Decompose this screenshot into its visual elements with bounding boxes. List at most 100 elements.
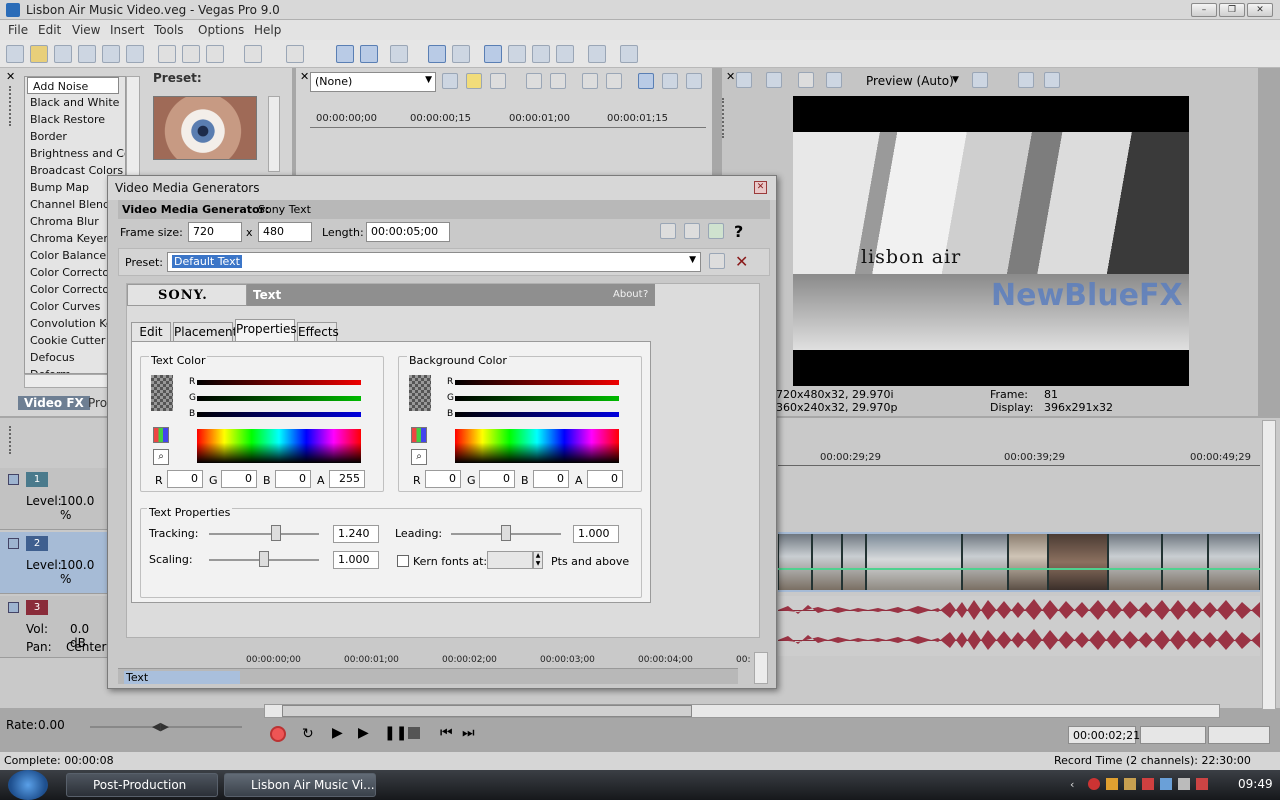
tab-edit[interactable]: Edit	[131, 322, 171, 342]
tray-app-icon[interactable]	[1142, 778, 1154, 790]
timeline-ruler[interactable]: 00:00:29;29 00:00:39;29 00:00:49;29	[778, 450, 1260, 466]
video-clip[interactable]	[866, 534, 962, 590]
menu-options[interactable]: Options	[198, 23, 244, 37]
tray-arrow-icon[interactable]: ‹	[1070, 778, 1074, 791]
bg-g-field[interactable]: 0	[479, 470, 515, 488]
save-icon[interactable]	[54, 45, 72, 63]
video-clip[interactable]	[842, 534, 866, 590]
video-clip[interactable]	[1162, 534, 1208, 590]
grid-icon[interactable]	[972, 72, 988, 88]
track-header-3[interactable]: 3 Vol: 0.0 dB Pan: Center	[0, 596, 108, 658]
close-panel-icon[interactable]: ✕	[726, 70, 735, 83]
text-green-slider[interactable]	[197, 396, 361, 401]
text-icon[interactable]	[442, 73, 458, 89]
close-panel-icon[interactable]: ✕	[6, 70, 15, 83]
menu-tools[interactable]: Tools	[154, 23, 184, 37]
dock-grip[interactable]	[9, 426, 12, 454]
about-link[interactable]: About	[613, 289, 643, 300]
go-to-end-button[interactable]: ⏭	[462, 725, 475, 741]
loop-icon[interactable]: ↻	[302, 726, 314, 742]
dock-grip[interactable]	[722, 98, 725, 138]
copy-snapshot-icon[interactable]	[1018, 72, 1034, 88]
taskbar-button-vegas[interactable]: Lisbon Air Music Vi...	[224, 773, 376, 797]
menu-insert[interactable]: Insert	[110, 23, 144, 37]
bg-b-field[interactable]: 0	[533, 470, 569, 488]
film-icon[interactable]	[582, 73, 598, 89]
tray-antivirus-icon[interactable]	[1088, 778, 1100, 790]
close-window-button[interactable]: ✕	[1247, 3, 1273, 17]
record-button[interactable]	[270, 726, 286, 742]
color-swatch[interactable]	[151, 375, 173, 411]
normal-edit-tool-icon[interactable]	[484, 45, 502, 63]
palette-icon[interactable]	[153, 427, 169, 443]
track-header-1[interactable]: 1 Level: 100.0 %	[0, 468, 108, 530]
auto-ripple-icon[interactable]	[336, 45, 354, 63]
text-a-field[interactable]: 255	[329, 470, 365, 488]
taskbar-button-post-production[interactable]: Post-Production	[66, 773, 218, 797]
bg-a-field[interactable]: 0	[587, 470, 623, 488]
help-icon[interactable]: ?	[734, 222, 743, 241]
frame-width-field[interactable]: 720	[188, 222, 242, 242]
play-button[interactable]: ▶	[358, 725, 369, 741]
video-preview-frame[interactable]: lisbon air NewBlueFX	[793, 96, 1189, 386]
close-dialog-button[interactable]: ✕	[754, 181, 767, 194]
tray-volume-icon[interactable]	[1196, 778, 1208, 790]
dock-grip[interactable]	[9, 86, 12, 126]
tab-properties[interactable]: Properties	[235, 319, 297, 341]
text-red-slider[interactable]	[197, 380, 361, 385]
zoom-tool-icon[interactable]	[556, 45, 574, 63]
project-properties-icon[interactable]	[736, 72, 752, 88]
view-icon[interactable]	[638, 73, 654, 89]
keyframe-scrollbar[interactable]	[754, 652, 768, 684]
tracking-slider[interactable]	[209, 533, 319, 535]
trimmer-preset-select[interactable]: (None) ▼	[310, 72, 436, 92]
video-clip[interactable]	[962, 534, 1008, 590]
keyframe-ruler[interactable]: 00:00:00;00 00:00:01;00 00:00:02;00 00:0…	[244, 652, 750, 668]
redo-icon[interactable]	[286, 45, 304, 63]
copy-icon[interactable]	[182, 45, 200, 63]
envelope-tool-icon[interactable]	[508, 45, 526, 63]
save-as-icon[interactable]	[78, 45, 96, 63]
leading-slider-thumb[interactable]	[501, 525, 511, 541]
text-color-spectrum[interactable]	[197, 429, 361, 463]
tray-app-icon[interactable]	[1160, 778, 1172, 790]
leading-field[interactable]: 1.000	[573, 525, 619, 543]
undo-icon[interactable]	[244, 45, 262, 63]
timeline-vscrollbar[interactable]	[1262, 420, 1276, 710]
kern-size-field[interactable]	[487, 551, 533, 569]
tray-network-icon[interactable]	[1178, 778, 1190, 790]
audio-track-lane[interactable]	[778, 596, 1260, 656]
tab-project-media[interactable]: Pro	[88, 396, 107, 410]
auto-crossfade-icon[interactable]	[428, 45, 446, 63]
fx-list-hscrollbar[interactable]	[24, 374, 108, 388]
preview-quality-select[interactable]: Preview (Auto)	[866, 74, 954, 88]
scaling-slider-thumb[interactable]	[259, 551, 269, 567]
cut-icon[interactable]	[158, 45, 176, 63]
go-to-start-button[interactable]: ⏮	[440, 725, 453, 741]
menu-help[interactable]: Help	[254, 23, 281, 37]
list-item[interactable]: Brightness and Contrast	[25, 145, 125, 162]
menu-view[interactable]: View	[72, 23, 100, 37]
fx-preset-thumbnail[interactable]	[153, 96, 257, 160]
text-blue-slider[interactable]	[197, 412, 361, 417]
list-item[interactable]: Border	[25, 128, 125, 145]
selection-start-field[interactable]	[1140, 726, 1206, 744]
eyedropper-icon[interactable]: ⌕	[411, 449, 427, 465]
properties-icon[interactable]	[126, 45, 144, 63]
split-screen-icon[interactable]	[798, 72, 814, 88]
list-item[interactable]: Black and White	[25, 94, 125, 111]
menu-file[interactable]: File	[8, 23, 28, 37]
view-icon[interactable]	[662, 73, 678, 89]
help-pointer-icon[interactable]	[588, 45, 606, 63]
close-panel-icon[interactable]: ✕	[300, 70, 309, 83]
kern-fonts-checkbox[interactable]	[397, 555, 409, 567]
list-item[interactable]: Add Noise	[27, 77, 119, 94]
selection-length-field[interactable]	[1208, 726, 1270, 744]
pause-button[interactable]: ❚❚	[384, 725, 407, 741]
external-monitor-icon[interactable]	[766, 72, 782, 88]
film-icon[interactable]	[606, 73, 622, 89]
about-help-icon[interactable]: ?	[643, 289, 648, 300]
eyedropper-icon[interactable]: ⌕	[153, 449, 169, 465]
text-r-field[interactable]: 0	[167, 470, 203, 488]
snapping-icon[interactable]	[452, 45, 470, 63]
